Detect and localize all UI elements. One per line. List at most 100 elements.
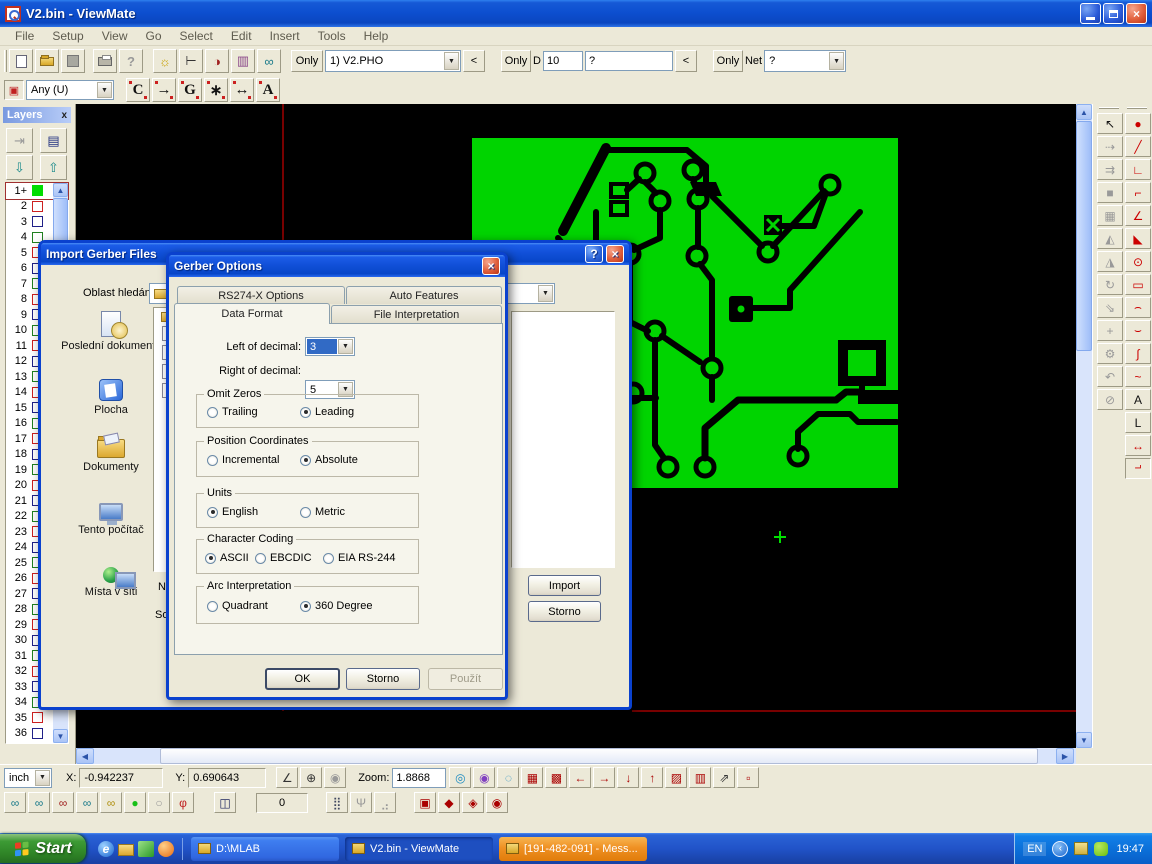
- pan-up-button[interactable]: ↑: [641, 767, 663, 788]
- view-dcodes-button[interactable]: ∞: [4, 792, 26, 813]
- cancel-button[interactable]: Storno: [346, 668, 420, 690]
- chevron-down-icon[interactable]: ▼: [538, 285, 553, 302]
- quicklaunch-book-icon[interactable]: [138, 841, 154, 857]
- tab-auto-features[interactable]: Auto Features: [346, 286, 502, 304]
- layer-swatch[interactable]: [32, 728, 43, 739]
- highlight-star-button[interactable]: ∗: [204, 78, 228, 102]
- scroll-right-icon[interactable]: ▶: [1056, 748, 1074, 764]
- menu-view[interactable]: View: [93, 29, 137, 43]
- arc-cw-tool[interactable]: ⌣: [1125, 320, 1151, 341]
- grid-edit-button[interactable]: ▥: [689, 767, 711, 788]
- bend-trace-tool[interactable]: ⌐: [1125, 182, 1151, 203]
- radio-metric[interactable]: Metric: [300, 506, 345, 518]
- menu-setup[interactable]: Setup: [43, 29, 92, 43]
- canvas-hscrollbar[interactable]: ◀ ▶: [76, 748, 1076, 764]
- anchor-button[interactable]: Ψ: [350, 792, 372, 813]
- chevron-down-icon[interactable]: ▼: [338, 339, 353, 354]
- pad-tool[interactable]: ●: [1125, 113, 1151, 134]
- line-tool[interactable]: ╱: [1125, 136, 1151, 157]
- chevron-down-icon[interactable]: ▼: [444, 52, 459, 70]
- menu-go[interactable]: Go: [137, 29, 171, 43]
- menu-insert[interactable]: Insert: [261, 29, 309, 43]
- marker-mode-button[interactable]: ▣: [4, 80, 24, 100]
- undo-shape-tool[interactable]: ↶: [1097, 366, 1123, 387]
- aperture-flash-button[interactable]: ▣: [414, 792, 436, 813]
- radio-incremental[interactable]: Incremental: [207, 454, 279, 466]
- open-button[interactable]: [35, 49, 59, 73]
- task-viewmate[interactable]: V2.bin - ViewMate: [345, 837, 493, 861]
- quicklaunch-firefox-icon[interactable]: [158, 841, 174, 857]
- save-button[interactable]: [61, 49, 85, 73]
- import-cancel-button[interactable]: Storno: [528, 601, 601, 622]
- layer-down-button[interactable]: ⇩: [6, 155, 33, 180]
- menu-file[interactable]: File: [6, 29, 43, 43]
- angle-readout-button[interactable]: ∠: [276, 767, 298, 788]
- pan-right-button[interactable]: →: [593, 767, 615, 788]
- layers-panel-header[interactable]: Layers x: [3, 107, 71, 123]
- flash-button[interactable]: ☼: [153, 49, 177, 73]
- curve-tool[interactable]: ∫: [1125, 343, 1151, 364]
- probe-button[interactable]: ◉: [324, 767, 346, 788]
- canvas-vscrollbar[interactable]: ▲ ▼: [1076, 104, 1092, 748]
- hscroll-thumb[interactable]: [160, 748, 1038, 764]
- layer-swatch[interactable]: [32, 201, 43, 212]
- grid-add-button[interactable]: ▨: [665, 767, 687, 788]
- layer-prev-button[interactable]: <: [463, 50, 485, 72]
- gerber-dialog-titlebar[interactable]: Gerber Options ×: [169, 255, 505, 277]
- dcode-prev-button[interactable]: <: [675, 50, 697, 72]
- radio-eia-rs244[interactable]: EIA RS-244: [323, 552, 395, 564]
- quicklaunch-folder-icon[interactable]: [118, 844, 134, 856]
- view-sketch-button[interactable]: ∞: [100, 792, 122, 813]
- close-icon[interactable]: ×: [606, 245, 624, 263]
- restore-button[interactable]: [1103, 3, 1124, 24]
- filled-triangle-tool[interactable]: ◣: [1125, 228, 1151, 249]
- radio-quadrant[interactable]: Quadrant: [207, 600, 268, 612]
- context-help-button[interactable]: ?: [119, 49, 143, 73]
- zoom-select-button[interactable]: ◌: [497, 767, 519, 788]
- scroll-down-icon[interactable]: ▼: [53, 729, 68, 743]
- layer-combo[interactable]: 1) V2.PHO▼: [325, 50, 461, 72]
- dcode-query-input[interactable]: ?: [585, 51, 673, 71]
- menu-edit[interactable]: Edit: [222, 29, 261, 43]
- unit-combo[interactable]: inch▼: [4, 768, 52, 788]
- only-net-button[interactable]: Only: [713, 50, 743, 72]
- layer-swatch[interactable]: [32, 216, 43, 227]
- grid-toggle-button[interactable]: ▦: [521, 767, 543, 788]
- chevron-down-icon[interactable]: ▼: [829, 52, 844, 70]
- arc-ccw-tool[interactable]: ⌢: [1125, 297, 1151, 318]
- pan-down-button[interactable]: ↓: [617, 767, 639, 788]
- clip-tool[interactable]: ⊘: [1097, 389, 1123, 410]
- net-combo[interactable]: ?▼: [764, 50, 846, 72]
- layer-swatch[interactable]: [32, 712, 43, 723]
- zoom-input[interactable]: 1.8868: [392, 768, 446, 788]
- radio-leading[interactable]: Leading: [300, 406, 354, 418]
- rectangle-pad-tool[interactable]: ▭: [1125, 274, 1151, 295]
- fill-rect-tool[interactable]: ■: [1097, 182, 1123, 203]
- pattern-fill-tool[interactable]: ▦: [1097, 205, 1123, 226]
- circle-tool[interactable]: ⊙: [1125, 251, 1151, 272]
- s-curve-tool[interactable]: ~: [1125, 366, 1151, 387]
- aperture-round-button[interactable]: ◉: [486, 792, 508, 813]
- snap-diag-button[interactable]: ⣠: [374, 792, 396, 813]
- zoom-grid-button[interactable]: ◉: [473, 767, 495, 788]
- only-dcode-button[interactable]: Only: [501, 50, 531, 72]
- quicklaunch-ie-icon[interactable]: e: [98, 841, 114, 857]
- film-colors-button[interactable]: ▥: [231, 49, 255, 73]
- file-preview-list[interactable]: [511, 311, 615, 568]
- text-tool[interactable]: A: [1125, 389, 1151, 410]
- rotate-tool[interactable]: ↻: [1097, 274, 1123, 295]
- scroll-down-icon[interactable]: ▼: [1076, 732, 1092, 748]
- highlight-h-button[interactable]: ↔: [230, 78, 254, 102]
- ok-button[interactable]: OK: [265, 668, 340, 690]
- corner-tool[interactable]: ⌐: [1125, 458, 1151, 479]
- scroll-left-icon[interactable]: ◀: [76, 748, 94, 764]
- scroll-up-icon[interactable]: ▲: [1076, 104, 1092, 120]
- tab-file-interpretation[interactable]: File Interpretation: [331, 305, 502, 323]
- layer-stack-button[interactable]: ▤: [40, 128, 67, 153]
- settings-tool[interactable]: ⚙: [1097, 343, 1123, 364]
- origin-button[interactable]: ⊕: [300, 767, 322, 788]
- aperture-solid-button[interactable]: ◆: [438, 792, 460, 813]
- layers-close-icon[interactable]: x: [61, 110, 67, 121]
- task-dmlab[interactable]: D:\MLAB: [191, 837, 339, 861]
- view-traces-button[interactable]: ∞: [28, 792, 50, 813]
